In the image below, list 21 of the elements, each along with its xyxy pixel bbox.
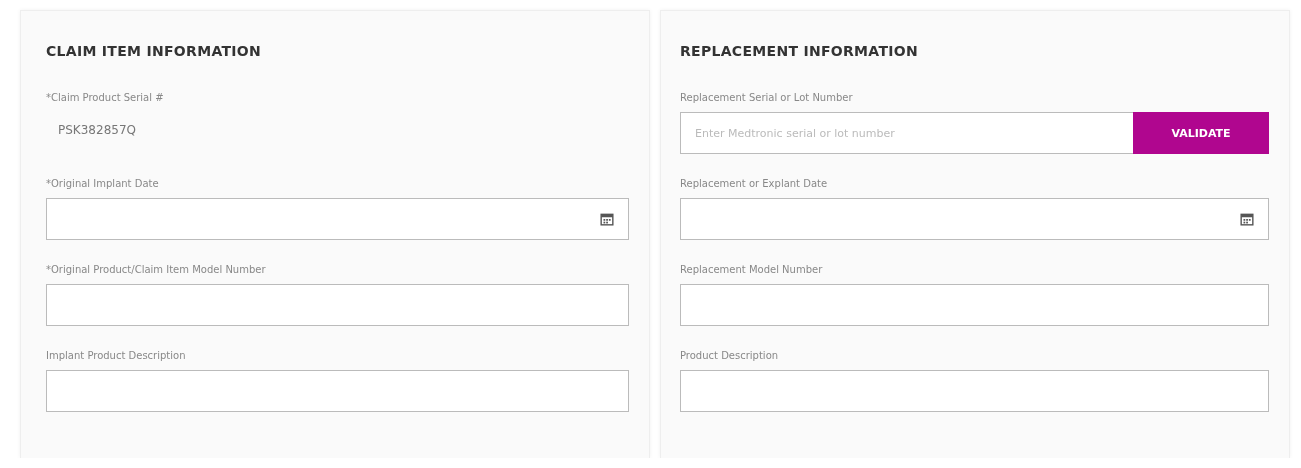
- field-label: Implant Product Description: [46, 349, 187, 363]
- date-field[interactable]: [680, 198, 1269, 240]
- section-title: CLAIM ITEM INFORMATION: [46, 42, 262, 60]
- field-label: *Original Implant Date: [46, 177, 160, 191]
- validate-button[interactable]: VALIDATE: [1133, 112, 1269, 154]
- section-title: REPLACEMENT INFORMATION: [680, 42, 919, 60]
- text-field[interactable]: [46, 370, 629, 412]
- text-field[interactable]: [680, 370, 1269, 412]
- serial-input[interactable]: Enter Medtronic serial or lot number: [680, 112, 1133, 154]
- calendar-icon[interactable]: [1240, 212, 1254, 226]
- serial-value: PSK382857Q: [57, 122, 137, 139]
- date-field[interactable]: [46, 198, 629, 240]
- field-label: *Original Product/Claim Item Model Number: [46, 263, 267, 277]
- field-label: *Claim Product Serial #: [46, 91, 165, 105]
- field-label: Replacement Model Number: [680, 263, 824, 277]
- calendar-icon[interactable]: [600, 212, 614, 226]
- field-label: Replacement or Explant Date: [680, 177, 829, 191]
- text-field[interactable]: [46, 284, 629, 326]
- field-label: Product Description: [680, 349, 780, 363]
- text-field[interactable]: [680, 284, 1269, 326]
- field-label: Replacement Serial or Lot Number: [680, 91, 854, 105]
